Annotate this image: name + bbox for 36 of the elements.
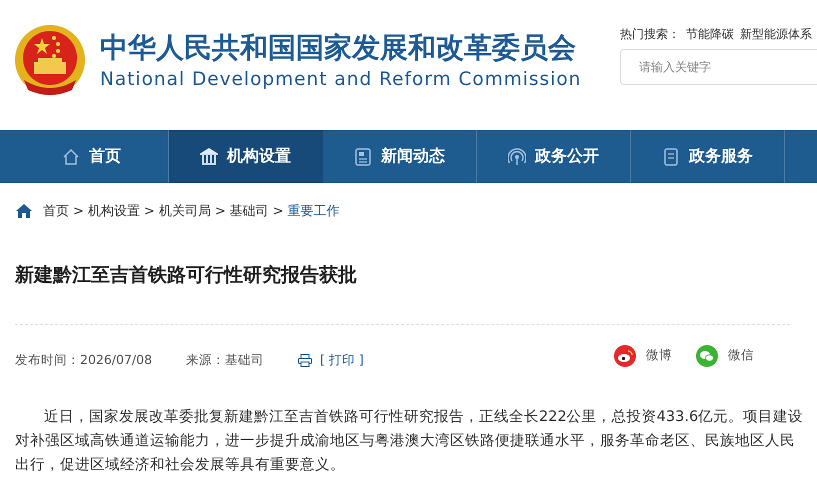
breadcrumb-separator: >: [214, 204, 226, 218]
article-source: 来源：基础司: [186, 352, 264, 369]
breadcrumb-link[interactable]: 首页: [43, 202, 69, 220]
site-title: 中华人民共和国国家发展和改革委员会: [100, 30, 576, 66]
nav-tab[interactable]: 新闻动态: [323, 130, 477, 183]
printer-icon[interactable]: [298, 354, 312, 367]
site-subtitle: National Development and Reform Commission: [100, 68, 582, 90]
breadcrumb-separator: >: [272, 204, 284, 218]
newspaper-icon: [354, 148, 372, 166]
breadcrumb-link[interactable]: 机构设置: [88, 202, 140, 220]
house-icon: [62, 148, 80, 166]
share-link[interactable]: 微博: [646, 347, 672, 364]
breadcrumb-link[interactable]: 基础司: [230, 202, 269, 220]
hot-search-label: 热门搜索：: [620, 26, 680, 43]
breadcrumb-separator: >: [73, 204, 84, 218]
nav-tab[interactable]: 政务服务: [631, 130, 785, 183]
weibo-icon[interactable]: [614, 344, 636, 366]
share-link[interactable]: 微信: [728, 347, 754, 364]
hot-search-link[interactable]: 节能降碳: [686, 26, 734, 43]
article-title: 新建黔江至吉首铁路可行性研究报告获批: [15, 263, 358, 288]
nav-tab[interactable]: 机构设置: [169, 130, 323, 183]
search-field[interactable]: 请输入关键字: [620, 49, 817, 85]
signal-icon: [508, 148, 526, 166]
publish-date: 发布时间：2026/07/08: [15, 352, 152, 369]
breadcrumb-link[interactable]: 机关司局: [158, 202, 211, 220]
wechat-icon[interactable]: [696, 344, 718, 366]
home-icon: [15, 203, 33, 219]
emblem-icon: [14, 24, 86, 96]
nav-tab[interactable]: 政务公开: [477, 130, 631, 183]
hot-search-link[interactable]: 新型能源体系: [740, 26, 812, 43]
print-link[interactable]: [ 打印 ]: [320, 352, 364, 369]
document-icon: [662, 148, 680, 166]
breadcrumb-separator: >: [144, 204, 155, 218]
columns-building-icon: [200, 148, 218, 166]
article-body: 近日，国家发展改革委批复新建黔江至吉首铁路可行性研究报告，正线全长222公里，总投资433.6亿元。项目建设对补强区域高铁通道运输能力，进一步提升成渝地区与粤港澳大湾区铁路便捷联通水平，服务革命老区、民族地区人民出行，促进区域经济和社会发展等具有重要意义。: [15, 408, 804, 475]
breadcrumb-link[interactable]: 重要工作: [288, 202, 340, 220]
